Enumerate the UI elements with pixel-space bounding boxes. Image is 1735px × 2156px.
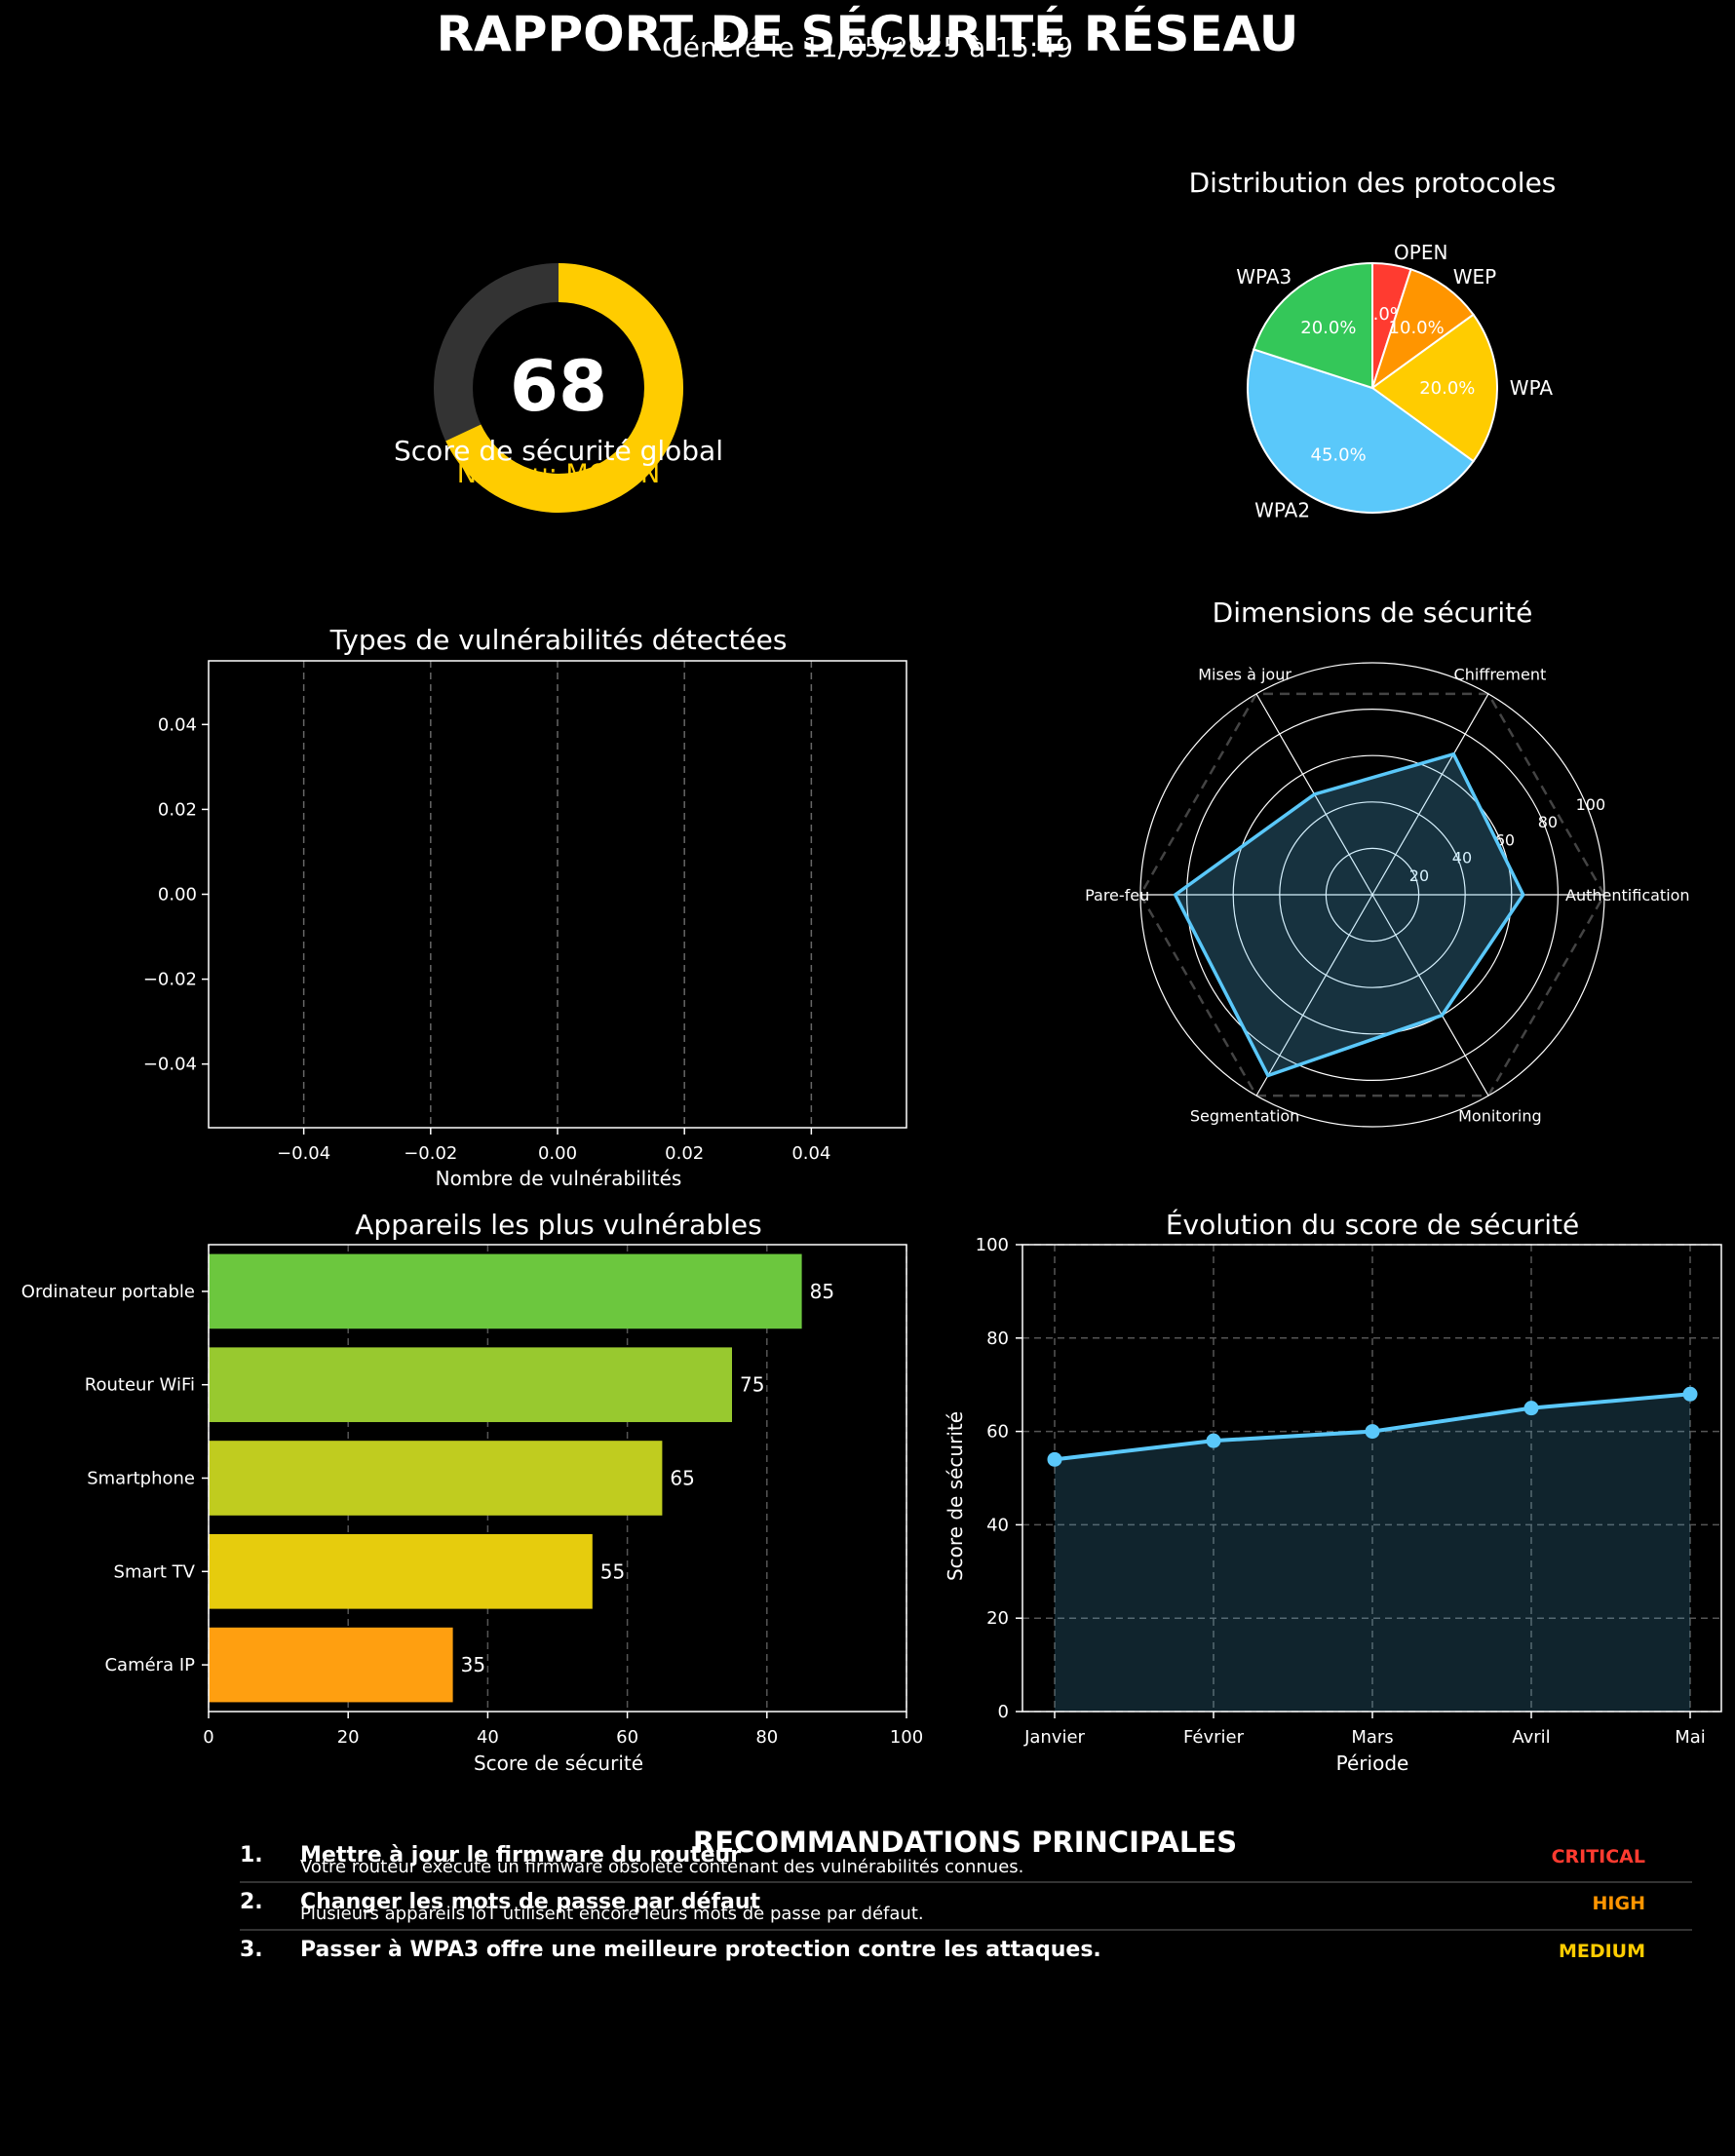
- evolution-point: [1047, 1451, 1062, 1467]
- pie-title: Distribution des protocoles: [1189, 167, 1557, 199]
- devices-bar: [209, 1347, 732, 1423]
- devices-category-label: Caméra IP: [104, 1655, 195, 1675]
- recs-heading: RECOMMANDATIONS PRINCIPALES: [693, 1826, 1237, 1859]
- pie-slice-label: OPEN: [1394, 241, 1447, 264]
- gauge-label: Score de sécurité global: [394, 435, 723, 467]
- evolution-xtick-label: Février: [1183, 1727, 1245, 1748]
- radar-rtick-label: 100: [1576, 795, 1606, 814]
- vulns-ytick-label: −0.04: [143, 1055, 197, 1075]
- devices-xtick-label: 20: [337, 1727, 360, 1748]
- devices-xlabel: Score de sécurité: [474, 1752, 643, 1775]
- vulns-xtick-label: 0.04: [791, 1143, 830, 1164]
- pie-slice-label: WEP: [1453, 265, 1496, 289]
- evolution-point: [1365, 1424, 1380, 1440]
- evolution-ylabel: Score de sécurité: [944, 1411, 967, 1581]
- evolution-point: [1682, 1386, 1698, 1402]
- evolution-area: [1055, 1394, 1690, 1712]
- vulns-xtick-label: 0.02: [665, 1143, 704, 1164]
- pie-slice-pct: 45.0%: [1311, 444, 1367, 465]
- devices-category-label: Routeur WiFi: [85, 1375, 195, 1396]
- devices-category-label: Smart TV: [114, 1561, 196, 1582]
- devices-bar: [209, 1533, 593, 1609]
- recommendation-title: Mettre à jour le firmware du routeur: [300, 1843, 741, 1867]
- vulns-xtick-label: 0.00: [538, 1143, 577, 1164]
- evolution-ytick-label: 100: [976, 1235, 1009, 1255]
- recommendation-title: Passer à WPA3 offre une meilleure protec…: [300, 1938, 1101, 1962]
- devices-bar: [209, 1253, 802, 1329]
- gauge-score-value: 68: [510, 345, 607, 427]
- evolution-ytick-label: 60: [986, 1422, 1009, 1443]
- evolution-point: [1523, 1401, 1539, 1416]
- vulns-ytick-label: 0.02: [158, 799, 197, 820]
- radar-rtick-label: 80: [1538, 813, 1558, 831]
- evolution-xtick-label: Mars: [1351, 1727, 1393, 1748]
- vulnerable-devices-chart: Appareils les plus vulnérables Score de …: [21, 1209, 923, 1775]
- pie-slice-label: WPA: [1510, 376, 1554, 400]
- report-canvas: Généré le 11/05/2025 à 15:49 RAPPORT DE …: [21, 5, 1722, 1962]
- vulnerability-types-chart: Types de vulnérabilités détectées Nombre…: [143, 624, 907, 1190]
- evolution-ytick-label: 80: [986, 1328, 1009, 1349]
- evolution-xlabel: Période: [1336, 1752, 1409, 1775]
- evolution-xtick-label: Janvier: [1023, 1727, 1085, 1748]
- pie-slice-pct: 20.0%: [1419, 378, 1475, 399]
- report-header: Généré le 11/05/2025 à 15:49 RAPPORT DE …: [437, 5, 1299, 63]
- devices-bar: [209, 1441, 663, 1516]
- report-title: RAPPORT DE SÉCURITÉ RÉSEAU: [437, 5, 1299, 62]
- radar-axis-label: Pare-feu: [1085, 886, 1149, 905]
- radar-data-polygon: [1173, 751, 1525, 1078]
- recommendation-severity-badge: MEDIUM: [1559, 1941, 1645, 1962]
- vulns-plot-frame: [208, 660, 907, 1129]
- devices-xtick-label: 60: [616, 1727, 638, 1748]
- score-evolution-chart: Évolution du score de sécurité Période S…: [944, 1208, 1722, 1775]
- recommendation-number: 3.: [240, 1938, 263, 1962]
- vulns-ytick-label: 0.04: [158, 714, 197, 735]
- pie-slice-label: WPA2: [1254, 498, 1310, 521]
- devices-category-label: Smartphone: [87, 1469, 195, 1489]
- devices-xtick-label: 100: [890, 1727, 923, 1748]
- recommendation-number: 2.: [240, 1890, 263, 1914]
- recommendations-section: 1. Votre routeur exécute un firmware obso…: [240, 1843, 1692, 1962]
- devices-xtick-label: 80: [755, 1727, 778, 1748]
- evolution-ytick-label: 40: [986, 1515, 1009, 1535]
- devices-bar-value: 75: [740, 1373, 764, 1397]
- radar-axis-label: Authentification: [1565, 886, 1690, 905]
- vulns-ytick-label: 0.00: [158, 885, 197, 905]
- evolution-title: Évolution du score de sécurité: [1166, 1208, 1579, 1241]
- security-dimensions-radar: Dimensions de sécurité 20406080100Authen…: [1085, 597, 1690, 1128]
- radar-axis-label: Monitoring: [1458, 1107, 1542, 1126]
- devices-bar-value: 55: [600, 1559, 625, 1583]
- pie-slice-label: WPA3: [1236, 265, 1292, 289]
- devices-bar-value: 85: [810, 1280, 834, 1303]
- devices-xtick-label: 0: [203, 1727, 213, 1748]
- security-score-gauge: 68 Niveau: MOYEN Score de sécurité globa…: [394, 263, 723, 513]
- vulns-xlabel: Nombre de vulnérabilités: [436, 1167, 682, 1190]
- devices-xtick-label: 40: [477, 1727, 499, 1748]
- devices-bar-value: 35: [461, 1653, 485, 1676]
- evolution-xtick-label: Avril: [1512, 1727, 1550, 1748]
- evolution-xtick-label: Mai: [1675, 1727, 1706, 1748]
- evolution-ytick-label: 0: [998, 1702, 1009, 1722]
- devices-bar-value: 65: [670, 1467, 694, 1490]
- vulns-xtick-label: −0.02: [404, 1143, 457, 1164]
- evolution-ytick-label: 20: [986, 1608, 1009, 1629]
- pie-slice-pct: 20.0%: [1300, 318, 1356, 338]
- recommendation-number: 1.: [240, 1843, 263, 1867]
- devices-title: Appareils les plus vulnérables: [355, 1209, 761, 1241]
- radar-title: Dimensions de sécurité: [1213, 597, 1533, 629]
- pie-slice-pct: 10.0%: [1389, 318, 1445, 338]
- devices-category-label: Ordinateur portable: [21, 1282, 195, 1302]
- recommendation-severity-badge: CRITICAL: [1552, 1846, 1645, 1867]
- recommendation-severity-badge: HIGH: [1593, 1893, 1645, 1914]
- radar-axis-label: Segmentation: [1190, 1107, 1299, 1126]
- radar-axis-label: Chiffrement: [1454, 665, 1547, 683]
- recommendation-title: Changer les mots de passe par défaut: [300, 1890, 761, 1914]
- radar-axis-label: Mises à jour: [1198, 665, 1292, 683]
- vulns-ytick-label: −0.02: [143, 970, 197, 990]
- protocol-pie-chart: Distribution des protocoles 5.0%OPEN10.0…: [1189, 167, 1557, 521]
- vulns-xtick-label: −0.04: [277, 1143, 330, 1164]
- evolution-point: [1206, 1433, 1221, 1448]
- devices-bar: [209, 1627, 453, 1703]
- vulns-title: Types de vulnérabilités détectées: [329, 624, 788, 656]
